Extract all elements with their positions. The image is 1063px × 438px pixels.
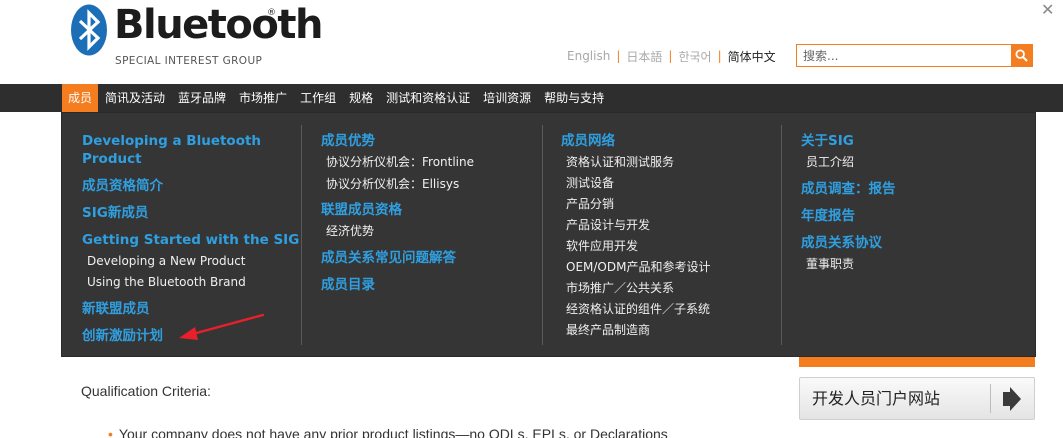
menu-sublink-qualified-components[interactable]: 经资格认证的组件／子系统 (566, 301, 710, 317)
nav-item-testing-qualification[interactable]: 测试和资格认证 (380, 84, 476, 112)
menu-sublink-ellisys[interactable]: 协议分析仪机会：Ellisys (326, 176, 459, 192)
menu-link-new-members[interactable]: SIG新成员 (82, 204, 148, 222)
nav-item-working-groups[interactable]: 工作组 (294, 84, 342, 112)
menu-link-member-survey[interactable]: 成员调查：报告 (801, 180, 896, 198)
nav-item-training[interactable]: 培训资源 (477, 84, 537, 112)
menu-column-2: 成员优势 协议分析仪机会：Frontline 协议分析仪机会：Ellisys 联… (321, 113, 543, 358)
annotation-arrow-icon (179, 313, 265, 340)
menu-link-associate-membership[interactable]: 联盟成员资格 (321, 201, 402, 219)
menu-column-divider (542, 125, 543, 345)
menu-column-4: 关于SIG 员工介绍 成员调查：报告 年度报告 成员关系协议 董事职责 (801, 113, 1031, 358)
menu-sublink-new-product[interactable]: Developing a New Product (87, 253, 246, 269)
language-switcher: English | 日本語 | 한국어 | 简体中文 (567, 47, 776, 65)
logo-wordmark: Bluetooth (114, 2, 323, 48)
menu-link-membership-faq[interactable]: 成员关系常见问题解答 (321, 249, 456, 267)
menu-sublink-staff[interactable]: 员工介绍 (806, 154, 854, 170)
main-nav: 成员 简讯及活动 蓝牙品牌 市场推广 工作组 规格 测试和资格认证 培训资源 帮… (0, 84, 1063, 112)
menu-link-membership-agreement[interactable]: 成员关系协议 (801, 234, 882, 252)
language-korean[interactable]: 한국어 (678, 48, 711, 65)
menu-sublink-end-product-makers[interactable]: 最终产品制造商 (566, 322, 650, 338)
menu-link-developing-product[interactable]: Developing a Bluetooth (82, 132, 261, 150)
language-separator: | (616, 49, 621, 63)
sidebar-orange-bar (799, 357, 1035, 367)
menu-link-new-associates[interactable]: 新联盟成员 (82, 300, 150, 318)
search-icon (1015, 49, 1028, 62)
nav-item-specifications[interactable]: 规格 (343, 84, 379, 112)
menu-sublink-frontline[interactable]: 协议分析仪机会：Frontline (326, 154, 474, 170)
qualification-criteria-heading: Qualification Criteria: (81, 383, 211, 399)
nav-item-help-support[interactable]: 帮助与支持 (538, 84, 610, 112)
language-separator: | (668, 49, 673, 63)
menu-link-getting-started[interactable]: Getting Started with the SIG (82, 231, 299, 249)
menu-column-divider (781, 125, 782, 345)
menu-link-developing-product-cont[interactable]: Product (82, 150, 142, 168)
menu-sublink-oem-odm[interactable]: OEM/ODM产品和参考设计 (566, 259, 710, 275)
developer-portal-label: 开发人员门户网站 (812, 389, 941, 408)
search-input[interactable] (797, 45, 1011, 66)
menu-column-3: 成员网络 资格认证和测试服务 测试设备 产品分销 产品设计与开发 软件应用开发 … (561, 113, 779, 358)
registered-mark: ® (267, 8, 276, 18)
bluetooth-rune-icon (71, 4, 107, 56)
language-english[interactable]: English (567, 49, 610, 63)
menu-link-about-sig[interactable]: 关于SIG (801, 132, 854, 150)
menu-link-innovation-incentive[interactable]: 创新激励计划 (82, 327, 163, 345)
menu-sublink-board-duties[interactable]: 董事职责 (806, 256, 854, 272)
menu-sublink-design-development[interactable]: 产品设计与开发 (566, 217, 650, 233)
criteria-bullet-item: • Your company does not have any prior pr… (108, 426, 668, 438)
language-simplified-chinese[interactable]: 简体中文 (728, 48, 776, 65)
nav-item-marketing[interactable]: 市场推广 (233, 84, 293, 112)
developer-portal-button[interactable]: 开发人员门户网站 (799, 377, 1035, 420)
language-japanese[interactable]: 日本語 (626, 48, 662, 65)
nav-item-news-events[interactable]: 简讯及活动 (99, 84, 171, 112)
menu-link-member-directory[interactable]: 成员目录 (321, 276, 375, 294)
menu-link-member-network[interactable]: 成员网络 (561, 132, 615, 150)
search-box (796, 44, 1033, 67)
nav-item-brand[interactable]: 蓝牙品牌 (172, 84, 232, 112)
close-icon[interactable]: ✕ (1041, 2, 1054, 18)
menu-column-divider (301, 125, 302, 345)
menu-sublink-qualification-testing[interactable]: 资格认证和测试服务 (566, 154, 674, 170)
logo-tagline: SPECIAL INTEREST GROUP (115, 55, 263, 67)
menu-link-annual-report[interactable]: 年度报告 (801, 207, 855, 225)
menu-sublink-distribution[interactable]: 产品分销 (566, 196, 614, 212)
arrow-right-icon (1003, 387, 1021, 411)
language-separator: | (717, 49, 722, 63)
menu-link-member-benefits[interactable]: 成员优势 (321, 132, 375, 150)
nav-item-members[interactable]: 成员 (62, 84, 99, 112)
menu-sublink-brand-usage[interactable]: Using the Bluetooth Brand (87, 274, 246, 290)
menu-sublink-marketing-pr[interactable]: 市场推广／公共关系 (566, 280, 674, 296)
bullet-icon: • (108, 426, 113, 438)
button-divider (990, 384, 991, 413)
menu-link-membership-overview[interactable]: 成员资格简介 (82, 177, 163, 195)
bluetooth-logo[interactable]: Bluetooth ® SPECIAL INTEREST GROUP (68, 2, 323, 67)
search-button[interactable] (1011, 45, 1032, 66)
menu-sublink-test-equipment[interactable]: 测试设备 (566, 175, 614, 191)
menu-sublink-economic-benefits[interactable]: 经济优势 (326, 223, 374, 239)
criteria-bullet-text: Your company does not have any prior pro… (118, 426, 668, 438)
menu-sublink-software-development[interactable]: 软件应用开发 (566, 238, 638, 254)
